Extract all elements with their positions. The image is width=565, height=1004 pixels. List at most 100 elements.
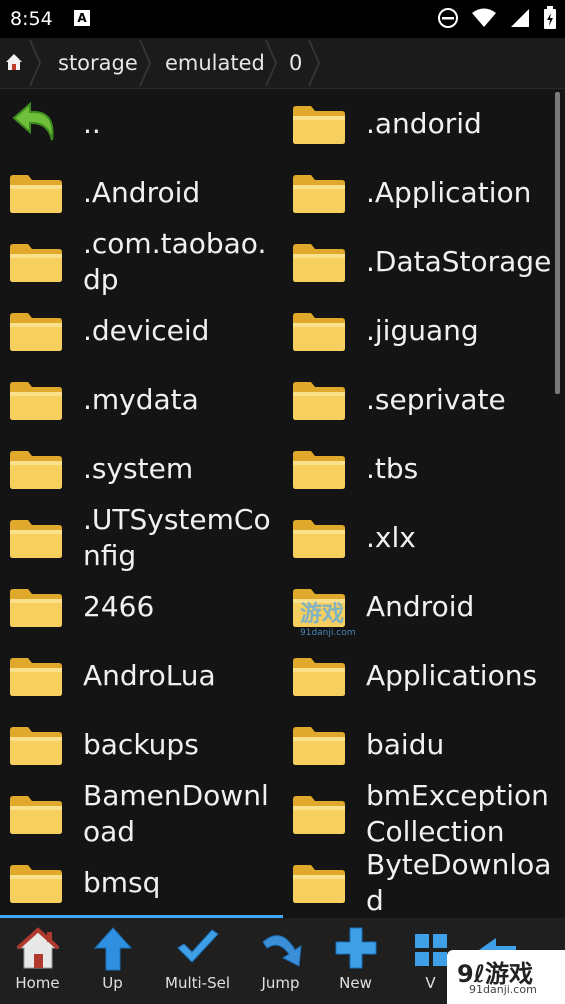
folder-icon bbox=[8, 724, 64, 770]
folder-icon bbox=[8, 517, 64, 563]
folder-icon bbox=[8, 793, 64, 839]
scrollbar[interactable] bbox=[555, 92, 560, 394]
file-name: .xlx bbox=[366, 521, 416, 554]
folder-icon bbox=[291, 310, 347, 356]
signal-icon bbox=[511, 9, 529, 27]
file-name: Android bbox=[366, 590, 475, 623]
watermark-logo: 游戏 91danji.com bbox=[300, 596, 355, 638]
home-label: Home bbox=[15, 974, 60, 992]
site-watermark-logo: 9ℓ游戏 91danji.com bbox=[447, 950, 565, 1004]
folder-item[interactable]: .tbs bbox=[283, 435, 565, 503]
up-button[interactable]: Up bbox=[75, 918, 150, 1004]
file-name: 2466 bbox=[83, 590, 155, 623]
up-arrow-icon bbox=[12, 98, 60, 150]
jump-label: Jump bbox=[261, 974, 300, 992]
folder-icon bbox=[8, 448, 64, 494]
folder-item[interactable]: .xlx bbox=[283, 504, 565, 572]
home-button[interactable]: Home bbox=[0, 918, 75, 1004]
folder-item[interactable]: .com.taobao. dp bbox=[0, 227, 283, 296]
file-name: .UTSystemCo nfig bbox=[83, 503, 271, 572]
file-name: .andorid bbox=[366, 107, 482, 140]
folder-item[interactable]: backups bbox=[0, 711, 283, 779]
file-name: .jiguang bbox=[366, 314, 479, 347]
folder-icon bbox=[8, 310, 64, 356]
breadcrumb-separator-icon bbox=[308, 39, 321, 87]
battery-icon bbox=[544, 6, 556, 29]
breadcrumb-separator-icon bbox=[139, 39, 152, 87]
new-button[interactable]: New bbox=[318, 918, 393, 1004]
up-arrow-icon bbox=[93, 927, 133, 971]
breadcrumb-storage[interactable]: storage bbox=[58, 38, 138, 88]
parent-folder-item[interactable]: .. bbox=[0, 90, 283, 158]
up-label: Up bbox=[102, 974, 123, 992]
breadcrumb-emulated[interactable]: emulated bbox=[165, 38, 265, 88]
file-name: BamenDownl oad bbox=[83, 779, 269, 848]
folder-item[interactable]: baidu bbox=[283, 711, 565, 779]
folder-item[interactable]: 2466 bbox=[0, 573, 283, 641]
breadcrumb-separator-icon bbox=[265, 39, 278, 87]
folder-icon bbox=[291, 241, 347, 287]
folder-icon bbox=[291, 379, 347, 425]
file-name: baidu bbox=[366, 728, 445, 761]
multi-select-label: Multi-Sel bbox=[165, 974, 230, 992]
file-name: AndroLua bbox=[83, 659, 216, 692]
plus-icon bbox=[335, 927, 377, 969]
watermark-logo-domain: 91danji.com bbox=[469, 983, 537, 996]
wifi-icon bbox=[472, 8, 496, 27]
file-name: Applications bbox=[366, 659, 538, 692]
checkmark-icon bbox=[177, 929, 219, 963]
folder-item[interactable]: .DataStorage bbox=[283, 228, 565, 296]
file-name: .. bbox=[83, 107, 101, 140]
home-crumb-icon[interactable] bbox=[4, 52, 24, 72]
folder-item[interactable]: .seprivate bbox=[283, 366, 565, 434]
jump-button[interactable]: Jump bbox=[243, 918, 318, 1004]
file-name: .Android bbox=[83, 176, 201, 209]
file-name: bmException Collection bbox=[366, 779, 549, 848]
folder-item[interactable]: Applications bbox=[283, 642, 565, 710]
folder-icon bbox=[291, 862, 347, 908]
file-name: bmsq bbox=[83, 866, 161, 899]
jump-arrow-icon bbox=[262, 935, 302, 967]
new-label: New bbox=[339, 974, 372, 992]
file-name: .seprivate bbox=[366, 383, 506, 416]
folder-icon bbox=[291, 448, 347, 494]
folder-item[interactable]: BamenDownl oad bbox=[0, 779, 283, 848]
home-icon bbox=[16, 927, 60, 969]
folder-item[interactable]: .UTSystemCo nfig bbox=[0, 503, 283, 572]
folder-item[interactable]: ByteDownloa d bbox=[283, 848, 565, 916]
file-name: ByteDownloa d bbox=[366, 848, 552, 916]
folder-icon bbox=[291, 655, 347, 701]
multi-select-button[interactable]: Multi-Sel bbox=[160, 918, 235, 1004]
watermark-domain: 91danji.com bbox=[300, 628, 356, 638]
status-time: 8:54 bbox=[10, 8, 53, 30]
folder-item[interactable]: .andorid bbox=[283, 90, 565, 158]
folder-icon bbox=[291, 517, 347, 563]
status-icons bbox=[437, 6, 557, 30]
folder-item[interactable]: .jiguang bbox=[283, 297, 565, 365]
folder-item[interactable]: .deviceid bbox=[0, 297, 283, 365]
watermark-text: 游戏 bbox=[300, 602, 345, 627]
notification-a-icon: A bbox=[74, 10, 90, 26]
file-name: .mydata bbox=[83, 383, 199, 416]
folder-icon bbox=[291, 724, 347, 770]
folder-item[interactable]: .Android bbox=[0, 159, 283, 227]
folder-icon bbox=[8, 172, 64, 218]
folder-item[interactable]: bmsq bbox=[0, 849, 283, 916]
status-bar: 8:54 A bbox=[0, 0, 565, 38]
folder-item[interactable]: .mydata bbox=[0, 366, 283, 434]
folder-item[interactable]: bmException Collection bbox=[283, 779, 565, 848]
folder-item[interactable]: .Application bbox=[283, 159, 565, 227]
file-name: .Application bbox=[366, 176, 532, 209]
file-name: backups bbox=[83, 728, 199, 761]
file-name: .com.taobao. dp bbox=[83, 227, 267, 296]
folder-icon bbox=[8, 655, 64, 701]
folder-icon bbox=[8, 379, 64, 425]
folder-icon bbox=[8, 241, 64, 287]
file-name: .system bbox=[83, 452, 194, 485]
breadcrumb: storage emulated 0 bbox=[0, 38, 565, 89]
breadcrumb-0[interactable]: 0 bbox=[289, 38, 302, 88]
folder-icon bbox=[291, 793, 347, 839]
do-not-disturb-icon bbox=[438, 8, 458, 28]
folder-item[interactable]: AndroLua bbox=[0, 642, 283, 710]
folder-item[interactable]: .system bbox=[0, 435, 283, 503]
